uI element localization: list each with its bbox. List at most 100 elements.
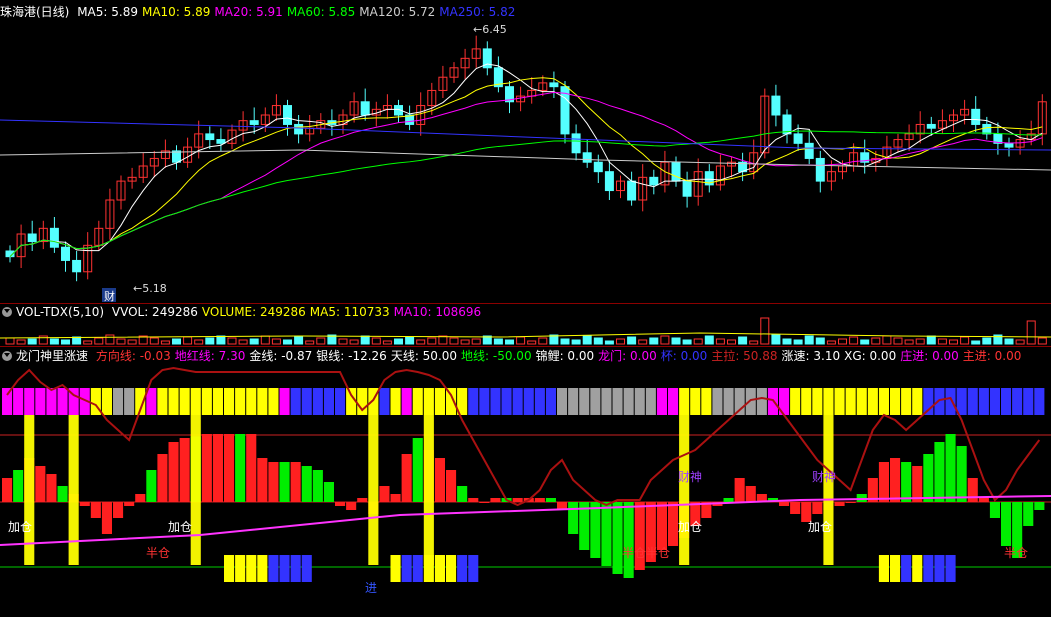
volume-bar [727,339,736,345]
indicator-annotation: 进 [365,581,377,595]
bottom-signal-block [945,555,956,582]
candle-body [294,123,304,135]
histogram-bar [135,494,146,502]
histogram-bar [401,454,412,502]
signal-strip-cell [379,388,390,415]
indicator-annotation: 半仓半仓 [622,546,670,560]
signal-strip-cell [468,388,479,415]
signal-strip-cell [878,388,889,415]
histogram-bar [989,502,1000,518]
histogram-bar [545,498,556,502]
signal-strip-cell [912,388,923,415]
volume-bar [738,336,748,345]
volume-bar [160,340,170,345]
volume-bar [560,338,570,345]
histogram-bar [434,458,445,502]
bottom-signal-block [246,555,257,582]
histogram-bar [790,502,801,514]
histogram-bar [812,502,823,514]
signal-strip-cell [523,388,534,415]
panel3-item-1: 地红线: 7.30 [174,349,246,363]
ma5-line [9,63,1043,258]
volume-bar [949,339,958,345]
dropdown-icon[interactable] [2,307,12,317]
signal-strip-cell [124,388,135,415]
volume-bar [671,337,681,345]
bottom-signal-block [912,555,923,582]
volume-bar [16,339,26,345]
signal-strip-cell [634,388,645,415]
indicator-annotation: 财神 [812,470,836,484]
candle-body [804,142,814,159]
volume-bar [604,340,614,345]
panel2-item-2: MA5: 110733 [309,305,390,319]
stock-name: 珠海港(日线) [0,5,70,19]
candle-body [771,95,781,116]
histogram-bar [323,482,334,502]
histogram-bar [146,470,157,502]
signal-strip-cell [723,388,734,415]
volume-bar [582,335,592,345]
dropdown-icon[interactable] [2,351,12,361]
volume-bar [749,340,759,345]
panel2-item-1: VOLUME: 249286 [201,305,306,319]
volume-bar [682,339,692,345]
signal-strip-cell [745,388,756,415]
signal-strip-cell [756,388,767,415]
volume-bar [449,337,459,345]
histogram-bar [834,502,845,506]
signal-strip-cell [434,388,445,415]
panel3-item-12: 庄进: 0.00 [900,349,959,363]
histogram-bar [2,478,13,502]
volume-bar [1026,320,1036,345]
candle-body [604,171,614,192]
volume-bar [804,335,814,345]
indicator-annotation: 财神 [678,470,702,484]
volume-bar [271,338,281,345]
signal-strip-cell [235,388,246,415]
volume-bar [571,339,581,345]
signal-strip-cell [157,388,168,415]
histogram-bar [878,462,889,502]
histogram-bar [235,434,246,502]
signal-strip-cell [190,388,201,415]
histogram-bar [179,438,190,502]
signal-strip-cell [867,388,878,415]
volume-bar [493,338,503,345]
volume-bar [782,338,792,345]
volume-bar [216,335,226,345]
volume-bar [904,339,914,345]
panel1-item-5: MA250: 5.82 [439,5,516,19]
bottom-signal-block [423,555,434,582]
candle-body [593,161,603,173]
trend-line-magenta [0,495,1051,546]
chart-stage[interactable]: ←6.45 ←5.18 财加仓 加仓 半仓进半仓半仓 加仓 加仓 半仓 财神 财神 珠海港(日线)… [0,0,1051,617]
volume-bar [405,336,415,345]
bottom-signal-block [401,555,412,582]
signal-strip-cell [812,388,823,415]
candle-body [815,157,825,182]
signal-strip-cell [201,388,212,415]
histogram-bar [13,470,24,502]
histogram-bar [978,498,989,502]
signal-strip-cell [101,388,112,415]
volume-bar [238,339,248,345]
histogram-bar [412,438,423,502]
candle-body [549,82,559,88]
candle-body [205,133,215,141]
price-panel-header: 珠海港(日线) MA5: 5.89 MA10: 5.89 MA20: 5.91 MA6… [0,4,519,20]
volume-bar [427,337,437,345]
volume-bar [382,340,392,345]
volume-bar [760,317,770,345]
volume-bar [5,337,15,345]
indicator-annotation: 加仓 [168,520,192,534]
signal-strip-cell [790,388,801,415]
signal-strip-cell [1012,388,1023,415]
candle-body [27,233,37,243]
signal-strip-cell [668,388,679,415]
bottom-signal-block [446,555,457,582]
histogram-bar [590,502,601,558]
signal-strip-cell [701,388,712,415]
bottom-signal-block [279,555,290,582]
panel3-item-10: 涨速: 3.10 [781,349,841,363]
